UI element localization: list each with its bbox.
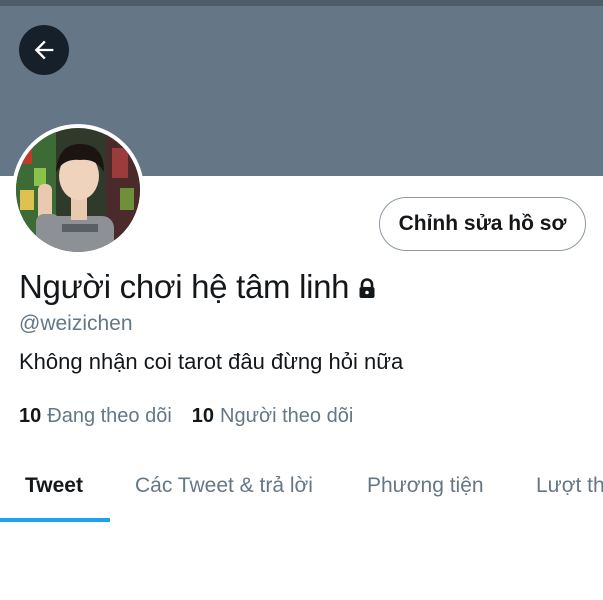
following-link[interactable]: 10 Đang theo dõi xyxy=(19,405,172,428)
active-tab-indicator xyxy=(0,518,110,522)
user-handle: @weizichen xyxy=(19,312,133,335)
profile-page: Chỉnh sửa hồ sơ Người chơi hệ tâm linh @… xyxy=(0,0,603,600)
display-name: Người chơi hệ tâm linh xyxy=(19,268,350,305)
back-button[interactable] xyxy=(19,25,69,75)
followers-count: 10 xyxy=(191,405,215,427)
tab-likes[interactable]: Lượt thích xyxy=(536,456,603,516)
followers-link[interactable]: 10 Người theo dõi xyxy=(192,405,354,428)
following-count: 10 xyxy=(19,405,42,427)
edit-profile-button[interactable]: Chỉnh sửa hồ sơ xyxy=(379,197,586,251)
avatar[interactable] xyxy=(16,128,140,252)
profile-bio: Không nhận coi tarot đâu đừng hỏi nữa xyxy=(19,349,404,374)
avatar-photo xyxy=(16,128,140,252)
tab-tweets[interactable]: Tweet xyxy=(25,456,83,516)
follow-stats: 10 Đang theo dõi 10 Người theo dõi xyxy=(19,405,353,428)
tab-media[interactable]: Phương tiện xyxy=(367,456,484,516)
followers-label: Người theo dõi xyxy=(220,405,354,427)
profile-tabs: Tweet Các Tweet & trả lời Phương tiện Lư… xyxy=(0,456,603,522)
arrow-left-icon xyxy=(34,40,54,60)
tab-tweets-and-replies[interactable]: Các Tweet & trả lời xyxy=(135,456,313,516)
profile-name-row: Người chơi hệ tâm linh xyxy=(19,268,379,306)
following-label: Đang theo dõi xyxy=(47,405,172,427)
lock-icon xyxy=(359,278,375,298)
